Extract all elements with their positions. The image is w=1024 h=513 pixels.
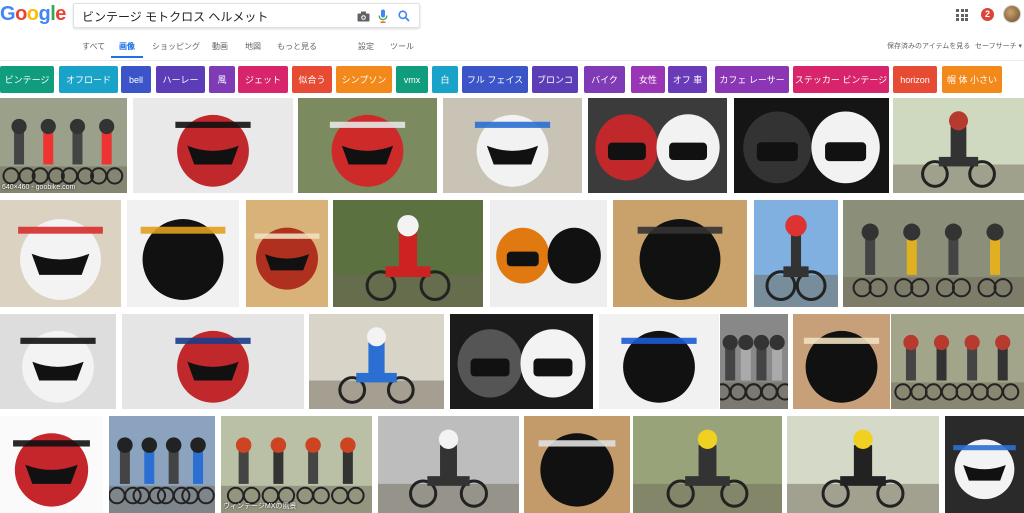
image-result[interactable] bbox=[378, 416, 519, 513]
image-caption: 640×460 - goobike.com bbox=[2, 184, 76, 191]
chip-2[interactable]: オフロード bbox=[59, 66, 118, 93]
chip-16[interactable]: カフェ レーサー bbox=[715, 66, 789, 93]
saved-items-link[interactable]: 保存済みのアイテムを見る bbox=[887, 41, 970, 51]
image-result[interactable]: 640×460 - goobike.com bbox=[0, 98, 127, 193]
search-input[interactable] bbox=[82, 7, 352, 25]
chip-11[interactable]: フル フェイス bbox=[462, 66, 528, 93]
chip-9[interactable]: vmx bbox=[396, 66, 428, 93]
logo-letter: G bbox=[0, 3, 16, 25]
google-images-page: Google 2 すべて 画像 ショッピング 動画 地図 もっと見る 設定 ツー… bbox=[0, 0, 1024, 513]
image-result[interactable] bbox=[246, 200, 328, 307]
tab-tools[interactable]: ツール bbox=[390, 41, 414, 52]
image-result[interactable] bbox=[0, 200, 121, 307]
tab-more[interactable]: もっと見る bbox=[277, 41, 317, 52]
image-caption: ヴィンテージMXの風景 bbox=[223, 503, 297, 510]
safesearch-menu[interactable]: セーフサーチ ▾ bbox=[975, 41, 1022, 51]
image-result[interactable] bbox=[893, 98, 1024, 193]
tab-settings[interactable]: 設定 bbox=[358, 41, 374, 52]
apps-grid-icon[interactable] bbox=[956, 9, 968, 21]
image-result[interactable] bbox=[122, 314, 304, 409]
divider bbox=[0, 60, 1024, 61]
image-result[interactable] bbox=[588, 98, 727, 193]
tab-images[interactable]: 画像 bbox=[119, 41, 135, 52]
image-result[interactable] bbox=[720, 314, 788, 409]
chip-4[interactable]: ハーレー bbox=[156, 66, 205, 93]
tab-shopping[interactable]: ショッピング bbox=[152, 41, 200, 52]
image-results-grid: 640×460 - goobike.com ヴィンテージMXの風景 bbox=[0, 98, 1024, 513]
image-result[interactable] bbox=[599, 314, 719, 409]
camera-icon[interactable] bbox=[356, 9, 370, 23]
tab-all[interactable]: すべて bbox=[82, 41, 105, 52]
logo-letter: o bbox=[15, 3, 27, 25]
image-result[interactable] bbox=[524, 416, 630, 513]
image-result[interactable] bbox=[443, 98, 582, 193]
avatar[interactable] bbox=[1003, 5, 1021, 23]
logo-letter: o bbox=[26, 3, 39, 25]
chip-6[interactable]: ジェット bbox=[238, 66, 288, 93]
image-result[interactable] bbox=[127, 200, 239, 307]
image-result[interactable] bbox=[754, 200, 838, 307]
image-result[interactable] bbox=[490, 200, 607, 307]
image-result[interactable] bbox=[450, 314, 593, 409]
search-box bbox=[73, 3, 420, 28]
chip-8[interactable]: シンプソン bbox=[336, 66, 392, 93]
notifications-badge[interactable]: 2 bbox=[981, 8, 994, 21]
image-result[interactable]: ヴィンテージMXの風景 bbox=[221, 416, 372, 513]
image-result[interactable] bbox=[0, 314, 116, 409]
related-search-chips: ビンテージ オフロード bell ハーレー風ジェット 似合う シンプソン vmx 白フル フェ… bbox=[0, 66, 1024, 93]
image-result[interactable] bbox=[793, 314, 890, 409]
image-result[interactable] bbox=[734, 98, 889, 193]
image-result[interactable] bbox=[843, 200, 1024, 307]
chip-10[interactable]: 白 bbox=[432, 66, 458, 93]
logo-letter: e bbox=[55, 3, 66, 25]
chip-1[interactable]: ビンテージ bbox=[0, 66, 54, 93]
chip-14[interactable]: 女性 bbox=[631, 66, 665, 93]
search-icon[interactable] bbox=[397, 9, 411, 23]
logo-letter: g bbox=[38, 3, 51, 25]
image-result[interactable] bbox=[891, 314, 1024, 409]
chip-5[interactable]: 風 bbox=[209, 66, 235, 93]
chip-15[interactable]: オフ 車 bbox=[668, 66, 707, 93]
search-tabs: すべて 画像 ショッピング 動画 地図 もっと見る 設定 ツール 保存済みのアイ… bbox=[0, 38, 1024, 58]
image-result[interactable] bbox=[633, 416, 782, 513]
image-result[interactable] bbox=[309, 314, 444, 409]
google-logo[interactable]: Google bbox=[0, 3, 66, 27]
image-result[interactable] bbox=[787, 416, 939, 513]
image-result[interactable] bbox=[109, 416, 215, 513]
chip-3[interactable]: bell bbox=[121, 66, 151, 93]
image-result[interactable] bbox=[613, 200, 747, 307]
chip-19[interactable]: 帽 体 小さい bbox=[942, 66, 1002, 93]
image-result[interactable] bbox=[945, 416, 1024, 513]
chip-13[interactable]: バイク bbox=[584, 66, 625, 93]
tab-videos[interactable]: 動画 bbox=[212, 41, 228, 52]
image-result[interactable] bbox=[333, 200, 483, 307]
chip-7[interactable]: 似合う bbox=[292, 66, 332, 93]
tab-maps[interactable]: 地図 bbox=[245, 41, 261, 52]
microphone-icon[interactable] bbox=[376, 9, 390, 23]
active-tab-indicator bbox=[111, 56, 143, 58]
chip-12[interactable]: ブロンコ bbox=[532, 66, 578, 93]
chip-17[interactable]: ステッカー ビンテージ bbox=[793, 66, 889, 93]
image-result[interactable] bbox=[133, 98, 293, 193]
chip-18[interactable]: horizon bbox=[893, 66, 937, 93]
image-result[interactable] bbox=[0, 416, 103, 513]
image-result[interactable] bbox=[298, 98, 437, 193]
